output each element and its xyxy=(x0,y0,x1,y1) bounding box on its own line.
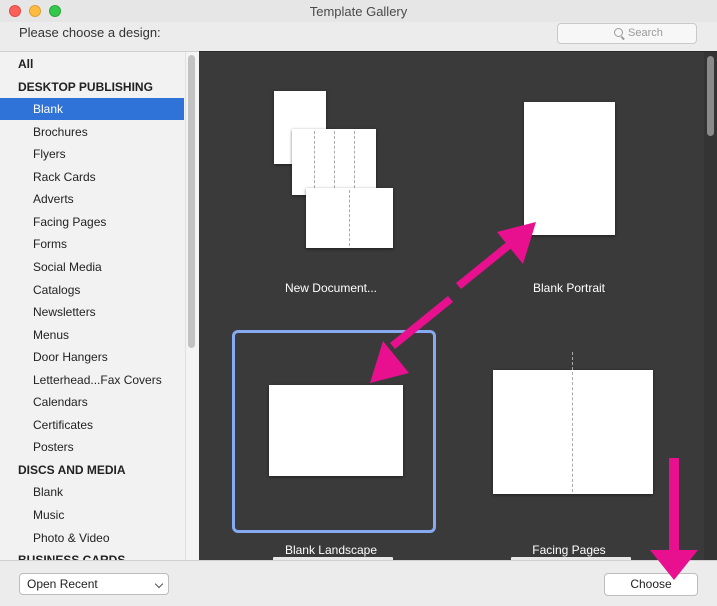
title-bar: Template Gallery xyxy=(0,0,717,22)
template-facing-pages[interactable] xyxy=(493,370,653,494)
open-recent-dropdown[interactable]: Open Recent xyxy=(19,573,169,595)
sidebar-item[interactable]: Posters xyxy=(0,436,184,458)
sidebar-item[interactable]: Blank xyxy=(0,98,184,121)
sidebar-item[interactable]: Catalogs xyxy=(0,279,184,301)
bottom-bar: Open Recent Choose xyxy=(0,560,717,606)
sidebar-section-header: DISCS AND MEDIA xyxy=(18,462,126,477)
template-blank-portrait[interactable] xyxy=(524,102,615,235)
sidebar-item[interactable]: Newsletters xyxy=(0,301,184,323)
thumb-page-trifold xyxy=(292,129,376,195)
sidebar-section-header[interactable]: All xyxy=(0,53,184,75)
search-icon xyxy=(614,28,623,37)
sidebar-item[interactable]: Flyers xyxy=(0,143,184,165)
sidebar-item[interactable]: Photo & Video xyxy=(0,527,184,549)
sidebar-item[interactable]: Facing Pages xyxy=(0,211,184,233)
sidebar-item[interactable]: Rack Cards xyxy=(0,166,184,188)
sidebar-item[interactable]: Menus xyxy=(0,324,184,346)
search-field[interactable]: Search xyxy=(557,23,697,44)
sidebar-item[interactable]: Door Hangers xyxy=(0,346,184,368)
sidebar-section-header: BUSINESS CARDS xyxy=(0,549,184,560)
facing-fold-top xyxy=(572,352,573,370)
choose-button[interactable]: Choose xyxy=(604,573,698,596)
template-new-document[interactable] xyxy=(259,82,409,307)
thumb-page-bifold xyxy=(306,188,393,248)
open-recent-label: Open Recent xyxy=(27,577,98,591)
category-sidebar[interactable]: All DESKTOP PUBLISHING Blank Brochures Flyer… xyxy=(0,51,199,560)
sidebar-item[interactable]: Calendars xyxy=(0,391,184,413)
sidebar-item[interactable]: Music xyxy=(0,504,184,526)
chevron-down-icon xyxy=(154,579,164,589)
sidebar-scrollbar-thumb[interactable] xyxy=(188,55,195,348)
gallery-scrollbar-thumb[interactable] xyxy=(707,56,714,136)
sidebar-item[interactable]: Social Media xyxy=(0,256,184,278)
template-label-new-document: New Document... xyxy=(284,281,378,295)
template-label-blank-portrait: Blank Portrait xyxy=(532,281,606,295)
window-title: Template Gallery xyxy=(309,4,408,19)
sidebar-item[interactable]: Brochures xyxy=(0,121,184,143)
sidebar-item[interactable]: Letterhead...Fax Covers xyxy=(0,369,184,391)
template-gallery: New Document... Blank Portrait Blank Lan… xyxy=(199,51,717,560)
sidebar-item[interactable]: Forms xyxy=(0,233,184,255)
sidebar-item[interactable]: Certificates xyxy=(0,414,184,436)
search-placeholder: Search xyxy=(628,27,663,39)
template-label-blank-landscape: Blank Landscape xyxy=(284,543,378,557)
sidebar-item[interactable]: Blank xyxy=(0,481,184,503)
design-prompt: Please choose a design: xyxy=(19,25,161,40)
template-blank-landscape[interactable] xyxy=(269,385,403,476)
sidebar-item[interactable]: Adverts xyxy=(0,188,184,210)
template-label-facing-pages: Facing Pages xyxy=(532,543,606,557)
sidebar-section-header: DESKTOP PUBLISHING xyxy=(18,79,153,94)
